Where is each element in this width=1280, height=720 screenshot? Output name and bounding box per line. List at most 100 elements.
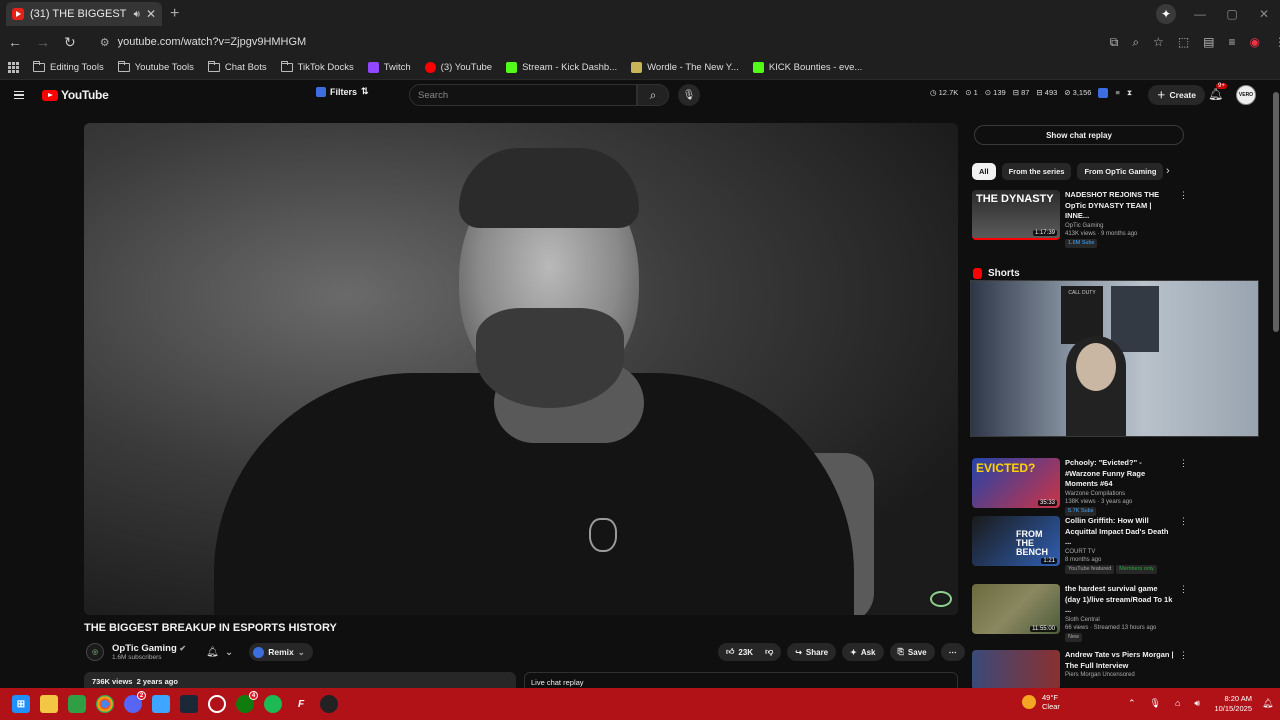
more-options-icon[interactable]: ⋮ bbox=[1179, 584, 1188, 642]
notification-center-icon[interactable]: 🔔︎ bbox=[1262, 698, 1273, 709]
chip-all[interactable]: All bbox=[972, 163, 996, 180]
recommendation-channel[interactable]: COURT TV bbox=[1065, 548, 1174, 556]
bookmark-youtube[interactable]: (3) YouTube bbox=[424, 62, 492, 73]
notifications-bell-icon[interactable]: 🔔︎ bbox=[1208, 87, 1223, 101]
weather-widget[interactable]: 49°F Clear bbox=[1022, 693, 1060, 711]
video-thumbnail[interactable]: FROM THE BENCH 1:21 bbox=[972, 516, 1060, 566]
recommendation-title[interactable]: Collin Griffith: How Will Acquittal Impa… bbox=[1065, 516, 1174, 548]
app-icon[interactable] bbox=[152, 695, 170, 713]
app-f-icon[interactable]: F bbox=[292, 695, 310, 713]
more-actions-button[interactable]: ⋯ bbox=[940, 643, 965, 661]
recommendation-channel[interactable]: OpTic Gaming bbox=[1065, 222, 1174, 230]
xbox-icon[interactable]: 4 bbox=[236, 691, 258, 713]
recommendation-channel[interactable]: Sloth Central bbox=[1065, 616, 1174, 624]
url-field[interactable]: ⚙ youtube.com/watch?v=Zjpgv9HMHGM bbox=[96, 30, 1096, 54]
scrollbar-thumb[interactable] bbox=[1273, 92, 1279, 332]
minimize-icon[interactable]: — bbox=[1184, 0, 1216, 28]
media-icon[interactable]: ≡ bbox=[1229, 35, 1236, 50]
maximize-icon[interactable]: ▢ bbox=[1216, 0, 1248, 28]
page-scrollbar[interactable] bbox=[1272, 84, 1280, 684]
openai-icon[interactable] bbox=[208, 695, 226, 713]
cast-icon[interactable]: ⧉ bbox=[1110, 35, 1119, 50]
channel-name[interactable]: OpTic Gaming ✔ bbox=[112, 643, 186, 654]
search-button[interactable]: ⌕ bbox=[637, 84, 669, 106]
youtube-logo[interactable]: YouTube bbox=[42, 88, 109, 102]
extension-icon[interactable] bbox=[1098, 88, 1109, 98]
bookmark-wordle[interactable]: Wordle - The New Y... bbox=[631, 62, 739, 73]
list-icon[interactable]: ≡ bbox=[1115, 88, 1119, 98]
recommendation-channel[interactable]: Piers Morgan Uncensored bbox=[1065, 671, 1174, 679]
bookmark-editing-tools[interactable]: Editing Tools bbox=[33, 61, 104, 73]
recommendation-title[interactable]: Pchooly: "Evicted?" - #Warzone Funny Rag… bbox=[1065, 458, 1174, 490]
share-button[interactable]: ↪ Share bbox=[787, 643, 837, 661]
reload-icon[interactable]: ↻ bbox=[64, 34, 76, 51]
more-options-icon[interactable]: ⋮ bbox=[1179, 190, 1188, 248]
new-tab-icon[interactable]: + bbox=[170, 5, 179, 23]
extensions-icon[interactable]: ⬚ bbox=[1178, 35, 1189, 50]
video-thumbnail[interactable]: THE DYNASTY 1:17:39 bbox=[972, 190, 1060, 240]
subscription-bell-button[interactable]: 🔔︎ ⌄ bbox=[206, 647, 233, 658]
site-info-icon[interactable]: ⚙ bbox=[100, 36, 110, 49]
sidebar-icon[interactable]: ▤ bbox=[1203, 35, 1214, 50]
chip-from-series[interactable]: From the series bbox=[1001, 163, 1072, 180]
chrome-icon[interactable] bbox=[96, 695, 114, 713]
video-thumbnail[interactable] bbox=[972, 650, 1060, 690]
recommendation-title[interactable]: the hardest survival game (day 1)/live s… bbox=[1065, 584, 1174, 616]
recommendation-title[interactable]: Andrew Tate vs Piers Morgan | The Full I… bbox=[1065, 650, 1174, 671]
bookmark-twitch[interactable]: Twitch bbox=[367, 62, 411, 73]
search-input[interactable]: Search bbox=[409, 84, 637, 106]
volume-icon[interactable]: 🔊︎ bbox=[1194, 698, 1200, 709]
recommendation-item[interactable]: 11:55:00 the hardest survival game (day … bbox=[972, 584, 1188, 643]
browser-tab-active[interactable]: (31) THE BIGGEST BREAKUP 🔊︎ ✕ bbox=[6, 2, 162, 26]
ask-button[interactable]: ✦ Ask bbox=[842, 643, 884, 661]
steam-icon[interactable] bbox=[180, 695, 198, 713]
like-button[interactable]: 👍︎ 23K 👎︎ bbox=[718, 643, 782, 661]
filters-button[interactable]: Filters ⇅ bbox=[316, 86, 369, 97]
network-icon[interactable]: ⌂ bbox=[1175, 698, 1180, 709]
bookmark-kick-dashboard[interactable]: Stream - Kick Dashb... bbox=[506, 62, 617, 73]
bookmark-chat-bots[interactable]: Chat Bots bbox=[207, 61, 267, 73]
video-player[interactable] bbox=[84, 123, 958, 615]
spotify-icon[interactable] bbox=[264, 695, 282, 713]
voice-search-button[interactable]: 🎙︎ bbox=[678, 84, 700, 106]
recommendation-item[interactable]: EVICTED? 35:33 Pchooly: "Evicted?" - #Wa… bbox=[972, 458, 1188, 517]
forward-icon[interactable]: → bbox=[36, 34, 50, 50]
bookmark-kick-bounties[interactable]: KICK Bounties - eve... bbox=[752, 62, 862, 73]
recommendation-item[interactable]: FROM THE BENCH 1:21 Collin Griffith: How… bbox=[972, 516, 1188, 575]
create-button[interactable]: ＋ Create bbox=[1148, 85, 1205, 105]
profile-icon[interactable]: ◉ bbox=[1250, 35, 1260, 50]
recommendation-item[interactable]: THE DYNASTY 1:17:39 NADESHOT REJOINS THE… bbox=[972, 190, 1188, 249]
channel-avatar[interactable]: ◎ bbox=[86, 643, 104, 661]
dislike-icon[interactable]: 👎︎ bbox=[765, 647, 773, 657]
file-explorer-icon[interactable] bbox=[40, 695, 58, 713]
recommendation-item[interactable]: Andrew Tate vs Piers Morgan | The Full I… bbox=[972, 650, 1188, 690]
chevron-up-icon[interactable]: ⌃ bbox=[1128, 698, 1136, 709]
chip-from-channel[interactable]: From OpTic Gaming bbox=[1077, 163, 1164, 180]
chevron-right-icon[interactable]: › bbox=[1166, 165, 1170, 177]
bookmark-tiktok-docks[interactable]: TikTok Docks bbox=[280, 61, 354, 73]
apps-grid-icon[interactable] bbox=[8, 62, 19, 73]
clock[interactable]: 8:20 AM 10/15/2025 bbox=[1206, 694, 1252, 714]
obs-icon[interactable] bbox=[320, 695, 338, 713]
remix-button[interactable]: Remix ⌄ bbox=[249, 643, 313, 661]
save-button[interactable]: ⎘ Save bbox=[889, 643, 935, 661]
video-thumbnail[interactable]: 11:55:00 bbox=[972, 584, 1060, 634]
close-window-icon[interactable]: ✕ bbox=[1248, 0, 1280, 28]
speaker-icon[interactable]: 🔊︎ bbox=[134, 9, 140, 20]
microphone-icon[interactable]: 🎙︎ bbox=[1150, 698, 1161, 709]
hamburger-menu-icon[interactable] bbox=[14, 90, 24, 100]
discord-icon[interactable]: 2 bbox=[124, 691, 146, 713]
recommendation-title[interactable]: NADESHOT REJOINS THE OpTic DYNASTY TEAM … bbox=[1065, 190, 1174, 222]
windows-start-icon[interactable]: ⊞ bbox=[12, 695, 30, 713]
store-icon[interactable] bbox=[68, 695, 86, 713]
video-thumbnail[interactable]: EVICTED? 35:33 bbox=[972, 458, 1060, 508]
hourglass-icon[interactable]: ⧗ bbox=[1127, 88, 1132, 98]
back-icon[interactable]: ← bbox=[8, 34, 22, 50]
user-avatar[interactable]: VERO bbox=[1236, 85, 1256, 105]
more-options-icon[interactable]: ⋮ bbox=[1179, 458, 1188, 516]
bookmark-youtube-tools[interactable]: Youtube Tools bbox=[117, 61, 194, 73]
close-tab-icon[interactable]: ✕ bbox=[146, 7, 156, 21]
menu-kebab-icon[interactable]: ⋮ bbox=[1274, 35, 1280, 50]
recommendation-channel[interactable]: Warzone Compilations bbox=[1065, 490, 1174, 498]
zoom-icon[interactable]: ⌕ bbox=[1132, 35, 1139, 50]
